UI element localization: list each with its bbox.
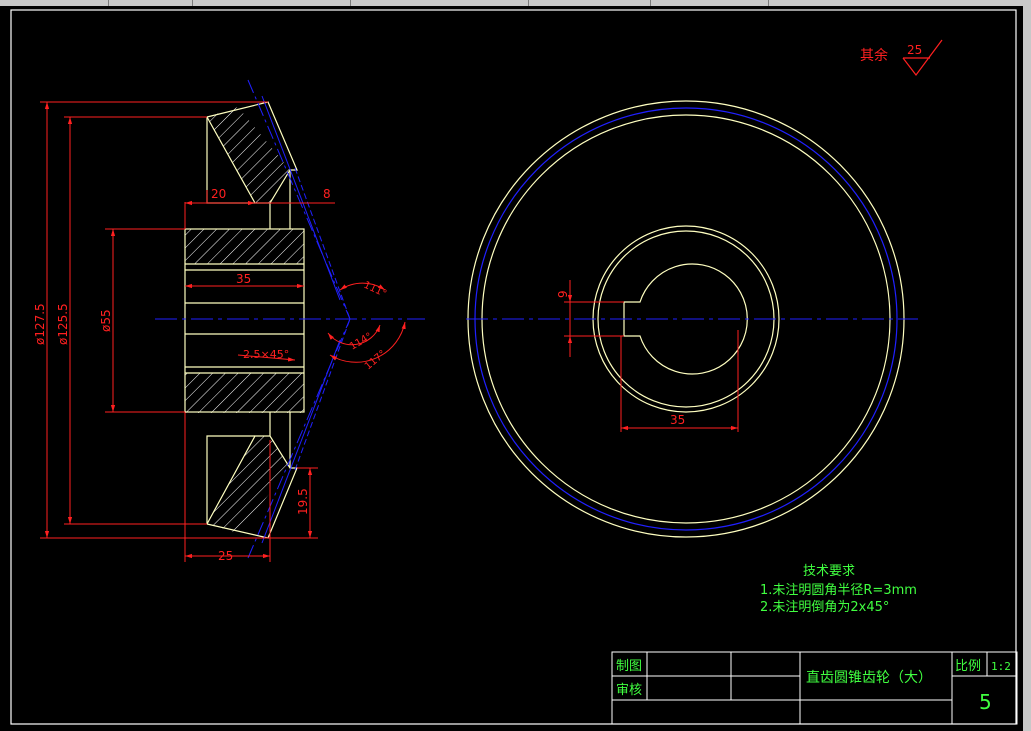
finish-value: 25: [907, 43, 922, 57]
notes-line-1: 1.未注明圆角半径R=3mm: [760, 583, 917, 598]
window-scrollbar[interactable]: [1023, 6, 1031, 731]
tb-drawn: 制图: [616, 659, 642, 674]
dim-chamfer: 2.5×45°: [243, 348, 289, 361]
section-dimensions: [40, 101, 406, 562]
section-hatching: [185, 107, 304, 533]
dim-d55: ø55: [99, 309, 113, 332]
dim-w20: 20: [211, 187, 226, 201]
dim-a111: 111°: [362, 280, 388, 300]
dim-w8: 8: [323, 187, 331, 201]
dim-w35-left: 35: [236, 272, 251, 286]
title-block: 制图 审核 直齿圆锥齿轮（大） 比例 1:2 5: [611, 651, 1018, 725]
tb-part-name: 直齿圆锥齿轮（大）: [806, 669, 932, 686]
dim-d127: ø127.5: [33, 303, 47, 345]
dim-a114: 114°: [348, 331, 374, 353]
notes-title: 技术要求: [803, 564, 855, 579]
dim-a117: 117°: [363, 348, 389, 372]
tb-scale-label: 比例: [955, 659, 981, 674]
notes-line-2: 2.未注明倒角为2x45°: [760, 600, 889, 615]
dim-key9: 9: [556, 290, 570, 298]
dim-w35-right: 35: [670, 413, 685, 427]
dim-h19: 19.5: [296, 488, 310, 515]
front-view: 9 35: [466, 100, 918, 538]
section-view: ø127.5 ø125.5 ø55 20 8 35 2.5×45° 25 19.…: [33, 79, 425, 563]
dim-w25: 25: [218, 549, 233, 563]
surface-finish-symbol: 其余 25: [860, 39, 943, 76]
cad-drawing-canvas[interactable]: ø127.5 ø125.5 ø55 20 8 35 2.5×45° 25 19.…: [0, 0, 1023, 731]
finish-prefix: 其余: [860, 47, 888, 64]
tb-checked: 审核: [616, 683, 642, 698]
tb-scale-value: 1:2: [991, 660, 1011, 673]
technical-notes: 技术要求 1.未注明圆角半径R=3mm 2.未注明倒角为2x45°: [760, 564, 917, 615]
tb-sheet: 5: [979, 690, 992, 714]
dim-d125: ø125.5: [56, 303, 70, 345]
